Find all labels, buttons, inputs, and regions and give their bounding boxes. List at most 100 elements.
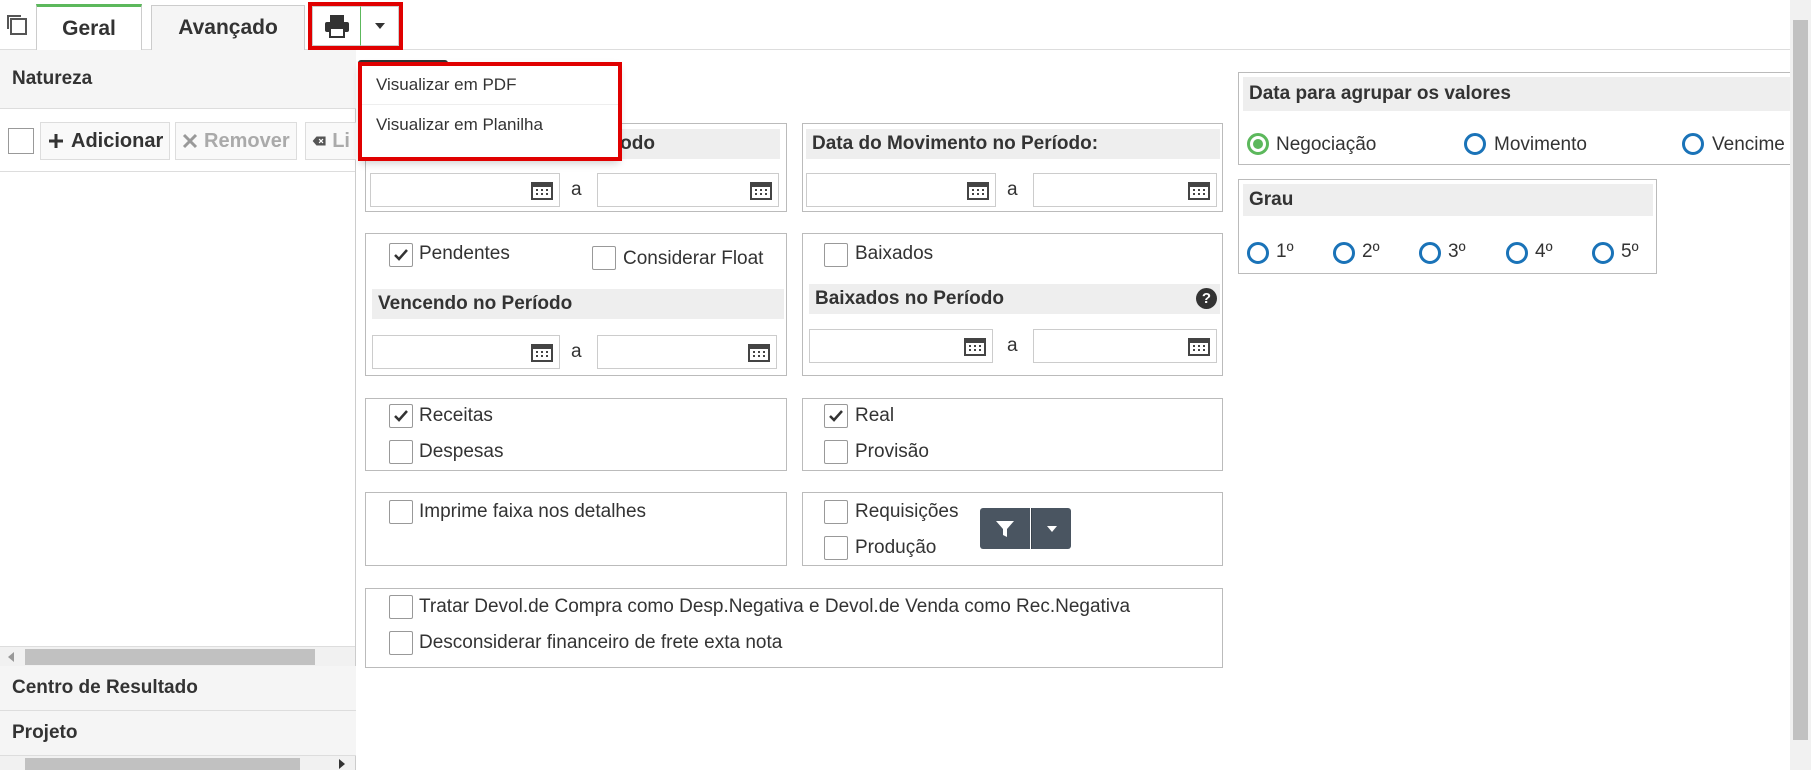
requisicoes-checkbox[interactable] <box>824 500 848 524</box>
movimento-end-date[interactable] <box>1033 173 1217 207</box>
backspace-icon <box>312 136 326 146</box>
movimento-label: Movimento <box>1494 134 1587 155</box>
natureza-list <box>0 172 355 646</box>
agrupar-box: Data para agrupar os valores Negociação … <box>1238 72 1791 165</box>
print-dropdown-toggle[interactable] <box>360 6 399 46</box>
calendar-icon[interactable] <box>748 342 770 362</box>
desconsiderar-label: Desconsiderar financeiro de frete exta n… <box>419 632 783 653</box>
scroll-left-icon[interactable] <box>8 652 14 662</box>
vencimento-label: Vencime <box>1712 134 1785 155</box>
radio-grau-3[interactable] <box>1419 242 1441 264</box>
radio-vencimento[interactable] <box>1682 133 1704 155</box>
calendar-icon[interactable] <box>1188 336 1210 356</box>
baixados-box: Baixados Baixados no Período ? a <box>802 233 1223 376</box>
check-icon <box>394 410 408 422</box>
tab-geral[interactable]: Geral <box>36 4 142 50</box>
printer-icon <box>324 15 349 38</box>
scroll-thumb[interactable] <box>25 649 315 665</box>
vencendo-start-date[interactable] <box>372 335 560 369</box>
radio-movimento[interactable] <box>1464 133 1486 155</box>
requisicoes-box: Requisições Produção <box>802 492 1223 566</box>
accordion-natureza[interactable]: Natureza <box>0 50 356 109</box>
radio-grau-1[interactable] <box>1247 242 1269 264</box>
select-all-checkbox[interactable] <box>8 128 34 154</box>
receitas-label: Receitas <box>419 405 493 426</box>
close-icon <box>182 133 198 149</box>
caret-down-icon <box>374 23 385 29</box>
desconsiderar-checkbox[interactable] <box>389 631 413 655</box>
baixados-checkbox[interactable] <box>824 243 848 267</box>
grau-4-label: 4º <box>1535 241 1553 262</box>
baixados-start-date[interactable] <box>809 329 993 363</box>
caret-down-icon <box>1046 525 1057 532</box>
vertical-scrollbar[interactable] <box>1790 0 1811 770</box>
clear-button[interactable]: Li <box>305 122 356 160</box>
provisao-checkbox[interactable] <box>824 440 848 464</box>
periodo-range-a: a <box>571 179 582 200</box>
movimento-range-a: a <box>1007 179 1018 200</box>
provisao-label: Provisão <box>855 441 929 462</box>
baixados-end-date[interactable] <box>1033 329 1217 363</box>
calendar-icon[interactable] <box>531 180 553 200</box>
despesas-label: Despesas <box>419 441 504 462</box>
grau-box: Grau 1º 2º 3º 4º 5º <box>1238 179 1657 274</box>
calendar-icon[interactable] <box>964 336 986 356</box>
receitas-box: Receitas Despesas <box>365 398 787 471</box>
radio-grau-4[interactable] <box>1506 242 1528 264</box>
clear-label: Li <box>332 129 350 152</box>
baixados-periodo-header: Baixados no Período <box>809 284 1220 314</box>
radio-negociacao[interactable] <box>1247 133 1269 155</box>
radio-grau-5[interactable] <box>1592 242 1614 264</box>
periodo-end-date[interactable] <box>597 173 779 207</box>
remove-label: Remover <box>204 129 290 152</box>
imprime-label: Imprime faixa nos detalhes <box>419 501 647 522</box>
pendentes-checkbox[interactable] <box>389 243 413 267</box>
real-checkbox[interactable] <box>824 404 848 428</box>
tab-avancado[interactable]: Avançado <box>151 5 305 50</box>
radio-grau-2[interactable] <box>1333 242 1355 264</box>
tratar-checkbox[interactable] <box>389 595 413 619</box>
accordion-centro-resultado[interactable]: Centro de Resultado <box>0 666 356 711</box>
requisicoes-label: Requisições <box>855 501 959 522</box>
tratar-label: Tratar Devol.de Compra como Desp.Negativ… <box>419 596 1131 617</box>
vertical-scroll-thumb[interactable] <box>1793 20 1808 740</box>
despesas-checkbox[interactable] <box>389 440 413 464</box>
receitas-checkbox[interactable] <box>389 404 413 428</box>
filter-dropdown-toggle[interactable] <box>1031 508 1071 549</box>
grau-5-label: 5º <box>1621 241 1639 262</box>
imprime-checkbox[interactable] <box>389 500 413 524</box>
calendar-icon[interactable] <box>531 342 553 362</box>
movimento-start-date[interactable] <box>806 173 996 207</box>
grau-1-label: 1º <box>1276 241 1294 262</box>
grau-3-label: 3º <box>1448 241 1466 262</box>
accordion-projeto[interactable]: Projeto <box>0 711 356 756</box>
considerar-float-checkbox[interactable] <box>592 246 616 270</box>
left-panel: Natureza Adicionar Remover Li Centro de … <box>0 50 356 770</box>
calendar-icon[interactable] <box>750 180 772 200</box>
calendar-icon[interactable] <box>1188 180 1210 200</box>
bottom-scrollbar[interactable] <box>0 756 355 770</box>
filter-button[interactable] <box>980 508 1030 549</box>
producao-label: Produção <box>855 537 937 558</box>
negociacao-label: Negociação <box>1276 134 1377 155</box>
print-menu-highlight <box>358 62 622 161</box>
horizontal-scrollbar[interactable] <box>0 646 355 666</box>
grau-2-label: 2º <box>1362 241 1380 262</box>
remove-button[interactable]: Remover <box>175 122 297 160</box>
vencendo-header: Vencendo no Período <box>372 289 784 319</box>
producao-checkbox[interactable] <box>824 536 848 560</box>
scroll-right-icon[interactable] <box>339 759 345 769</box>
check-icon <box>394 249 408 261</box>
add-button[interactable]: Adicionar <box>40 122 171 160</box>
print-button[interactable] <box>312 6 360 46</box>
calendar-icon[interactable] <box>967 180 989 200</box>
real-box: Real Provisão <box>802 398 1223 471</box>
movimento-header: Data do Movimento no Período: <box>806 129 1220 159</box>
periodo-start-date[interactable] <box>370 173 560 207</box>
vencendo-range-a: a <box>571 341 582 362</box>
bottom-scroll-thumb[interactable] <box>25 758 300 770</box>
pendentes-label: Pendentes <box>419 243 510 264</box>
natureza-toolbar: Adicionar Remover Li <box>0 109 356 172</box>
help-icon[interactable]: ? <box>1196 288 1217 309</box>
vencendo-end-date[interactable] <box>597 335 777 369</box>
